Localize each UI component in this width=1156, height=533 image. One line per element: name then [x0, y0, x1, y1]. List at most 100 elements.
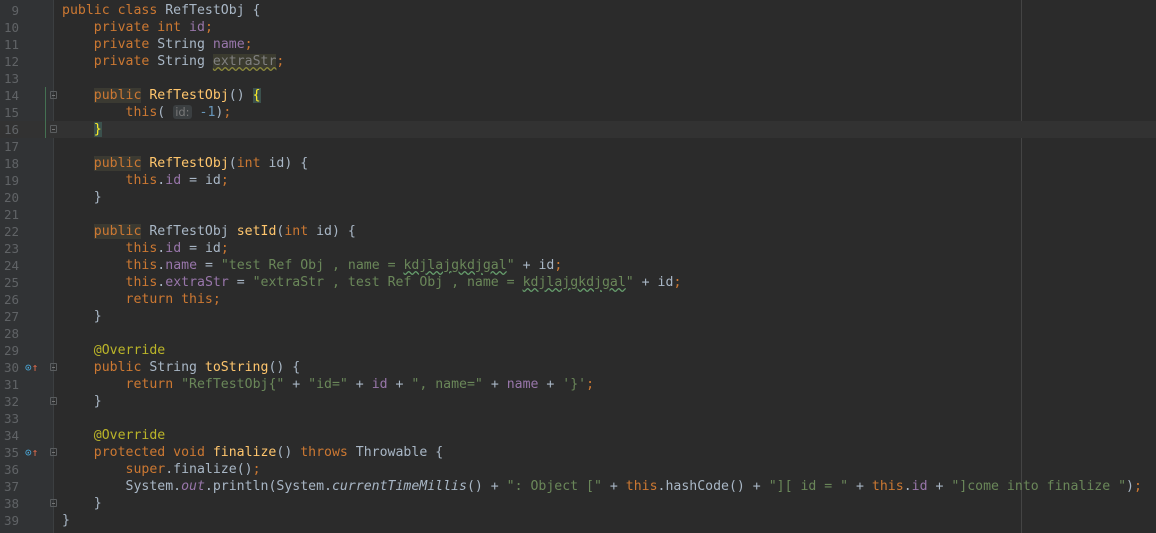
line-number: 29	[3, 343, 19, 358]
code-line[interactable]: 18 public RefTestObj(int id) {	[0, 155, 1156, 172]
code-line[interactable]: 17	[0, 138, 1156, 155]
code-token: RefTestObj	[149, 88, 229, 103]
fold-toggle-icon[interactable]	[50, 125, 57, 133]
code-line[interactable]: 21	[0, 206, 1156, 223]
code-text[interactable]: @Override	[62, 427, 165, 444]
fold-toggle-icon[interactable]	[50, 499, 57, 507]
code-text[interactable]: public RefTestObj setId(int id) {	[62, 223, 356, 240]
code-text[interactable]: return "RefTestObj{" + "id=" + id + ", n…	[62, 376, 595, 393]
code-token: this	[125, 173, 158, 188]
code-text[interactable]: return this;	[62, 291, 221, 308]
code-text[interactable]: this( id: -1);	[62, 104, 231, 121]
change-marker[interactable]	[45, 104, 46, 121]
override-method-icon[interactable]: ⊙↑	[25, 359, 38, 376]
code-text[interactable]: public RefTestObj(int id) {	[62, 155, 308, 172]
code-token: id	[911, 479, 928, 494]
code-token: return	[125, 377, 182, 392]
code-line[interactable]: 11 private String name;	[0, 36, 1156, 53]
code-line[interactable]: 37 System.out.println(System.currentTime…	[0, 478, 1156, 495]
code-text[interactable]: }	[62, 308, 102, 325]
code-line[interactable]: 24 this.name = "test Ref Obj , name = kd…	[0, 257, 1156, 274]
code-token: ;	[1133, 479, 1142, 494]
code-line[interactable]: 15 this( id: -1);	[0, 104, 1156, 121]
code-line[interactable]: 22 public RefTestObj setId(int id) {	[0, 223, 1156, 240]
code-text[interactable]: this.name = "test Ref Obj , name = kdjla…	[62, 257, 563, 274]
line-number: 34	[3, 428, 19, 443]
code-text[interactable]: }	[62, 495, 102, 512]
code-text[interactable]: public RefTestObj() {	[62, 87, 261, 104]
fold-toggle-icon[interactable]	[50, 397, 57, 405]
line-number: 9	[11, 3, 19, 18]
code-line[interactable]: 34 @Override	[0, 427, 1156, 444]
code-line[interactable]: 19 this.id = id;	[0, 172, 1156, 189]
line-number: 21	[3, 207, 19, 222]
code-line[interactable]: 16 }	[0, 121, 1156, 138]
code-line[interactable]: 35 ⊙↑ protected void finalize() throws Th…	[0, 444, 1156, 461]
code-line[interactable]: 23 this.id = id;	[0, 240, 1156, 257]
change-marker[interactable]	[45, 121, 46, 138]
code-text[interactable]: private String extraStr;	[62, 53, 284, 70]
code-line[interactable]: 33	[0, 410, 1156, 427]
change-marker[interactable]	[45, 87, 46, 104]
line-number: 31	[3, 377, 19, 392]
line-number: 32	[3, 394, 19, 409]
code-editor[interactable]: 9 public class RefTestObj {10 private int…	[0, 2, 1156, 529]
fold-toggle-icon[interactable]	[50, 91, 57, 99]
code-line[interactable]: 9 public class RefTestObj {	[0, 2, 1156, 19]
fold-toggle-icon[interactable]	[50, 448, 57, 456]
code-text[interactable]: this.id = id;	[62, 240, 229, 257]
code-token: ;	[252, 462, 261, 477]
code-line[interactable]: 13	[0, 70, 1156, 87]
code-token: +	[482, 377, 507, 392]
code-token: "extraStr , test Ref Obj , name =	[252, 275, 523, 290]
code-line[interactable]: 25 this.extraStr = "extraStr , test Ref …	[0, 274, 1156, 291]
code-line[interactable]: 14 public RefTestObj() {	[0, 87, 1156, 104]
code-line[interactable]: 38 }	[0, 495, 1156, 512]
code-line[interactable]: 27 }	[0, 308, 1156, 325]
code-token: return this;	[125, 292, 221, 307]
code-text[interactable]: @Override	[62, 342, 165, 359]
code-text[interactable]: System.out.println(System.currentTimeMil…	[62, 478, 1142, 495]
code-line[interactable]: 39}	[0, 512, 1156, 529]
code-text[interactable]: }	[62, 393, 102, 410]
code-text[interactable]: public String toString() {	[62, 359, 300, 376]
code-token: kdjlajgkdjgal	[522, 275, 626, 290]
code-text[interactable]: super.finalize();	[62, 461, 261, 478]
code-line[interactable]: 10 private int id;	[0, 19, 1156, 36]
code-text[interactable]: }	[62, 189, 102, 206]
code-line[interactable]: 31 return "RefTestObj{" + "id=" + id + "…	[0, 376, 1156, 393]
code-text[interactable]: private String name;	[62, 36, 253, 53]
override-method-icon[interactable]: ⊙↑	[25, 444, 38, 461]
code-line[interactable]: 29 @Override	[0, 342, 1156, 359]
fold-toggle-icon[interactable]	[50, 363, 57, 371]
code-text[interactable]: protected void finalize() throws Throwab…	[62, 444, 443, 461]
code-text[interactable]: this.id = id;	[62, 172, 229, 189]
code-token: +	[387, 377, 412, 392]
code-line[interactable]: 26 return this;	[0, 291, 1156, 308]
code-token: @Override	[93, 343, 166, 358]
code-line[interactable]: 36 super.finalize();	[0, 461, 1156, 478]
code-line[interactable]: 20 }	[0, 189, 1156, 206]
code-token: id) {	[268, 156, 309, 171]
line-number: 20	[3, 190, 19, 205]
code-text[interactable]: }	[62, 121, 102, 138]
code-token: }	[62, 309, 102, 324]
code-token: }	[62, 496, 102, 511]
code-line[interactable]: 12 private String extraStr;	[0, 53, 1156, 70]
line-number: 30	[3, 360, 19, 375]
code-token: String	[149, 360, 205, 375]
code-token: this	[125, 258, 158, 273]
code-text[interactable]: public class RefTestObj {	[62, 2, 261, 19]
code-text[interactable]: this.extraStr = "extraStr , test Ref Obj…	[62, 274, 682, 291]
code-text[interactable]: private int id;	[62, 19, 213, 36]
line-number: 12	[3, 54, 19, 69]
code-text[interactable]: }	[62, 512, 70, 529]
code-line[interactable]: 30 ⊙↑ public String toString() {	[0, 359, 1156, 376]
code-line[interactable]: 32 }	[0, 393, 1156, 410]
code-line[interactable]: 28	[0, 325, 1156, 342]
code-token: public	[93, 360, 150, 375]
